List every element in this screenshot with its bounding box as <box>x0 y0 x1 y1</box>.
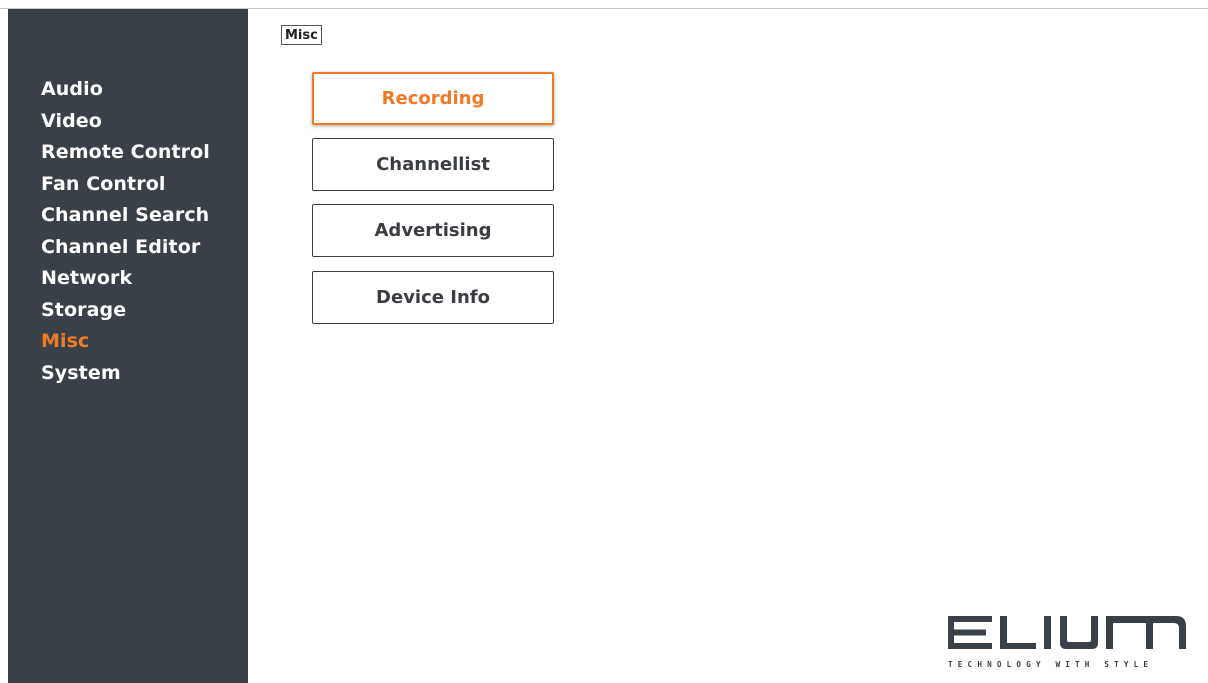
sidebar-item-video[interactable]: Video <box>41 106 210 138</box>
elium-logo: TECHNOLOGY WITH STYLE <box>948 616 1186 669</box>
sidebar-item-channel-search[interactable]: Channel Search <box>41 200 210 232</box>
recording-button[interactable]: Recording <box>312 72 554 125</box>
breadcrumb: Misc <box>281 25 322 45</box>
sidebar-item-storage[interactable]: Storage <box>41 295 210 327</box>
sidebar: Audio Video Remote Control Fan Control C… <box>8 9 248 683</box>
sidebar-item-misc[interactable]: Misc <box>41 326 210 358</box>
svg-text:TECHNOLOGY WITH STYLE: TECHNOLOGY WITH STYLE <box>948 660 1153 669</box>
advertising-button[interactable]: Advertising <box>312 204 554 257</box>
sidebar-item-fan-control[interactable]: Fan Control <box>41 169 210 201</box>
sidebar-item-audio[interactable]: Audio <box>41 74 210 106</box>
sidebar-item-channel-editor[interactable]: Channel Editor <box>41 232 210 264</box>
sidebar-item-system[interactable]: System <box>41 358 210 390</box>
sidebar-menu: Audio Video Remote Control Fan Control C… <box>41 74 210 389</box>
sidebar-item-network[interactable]: Network <box>41 263 210 295</box>
device-info-button[interactable]: Device Info <box>312 271 554 324</box>
sidebar-item-remote-control[interactable]: Remote Control <box>41 137 210 169</box>
channellist-button[interactable]: Channellist <box>312 138 554 191</box>
